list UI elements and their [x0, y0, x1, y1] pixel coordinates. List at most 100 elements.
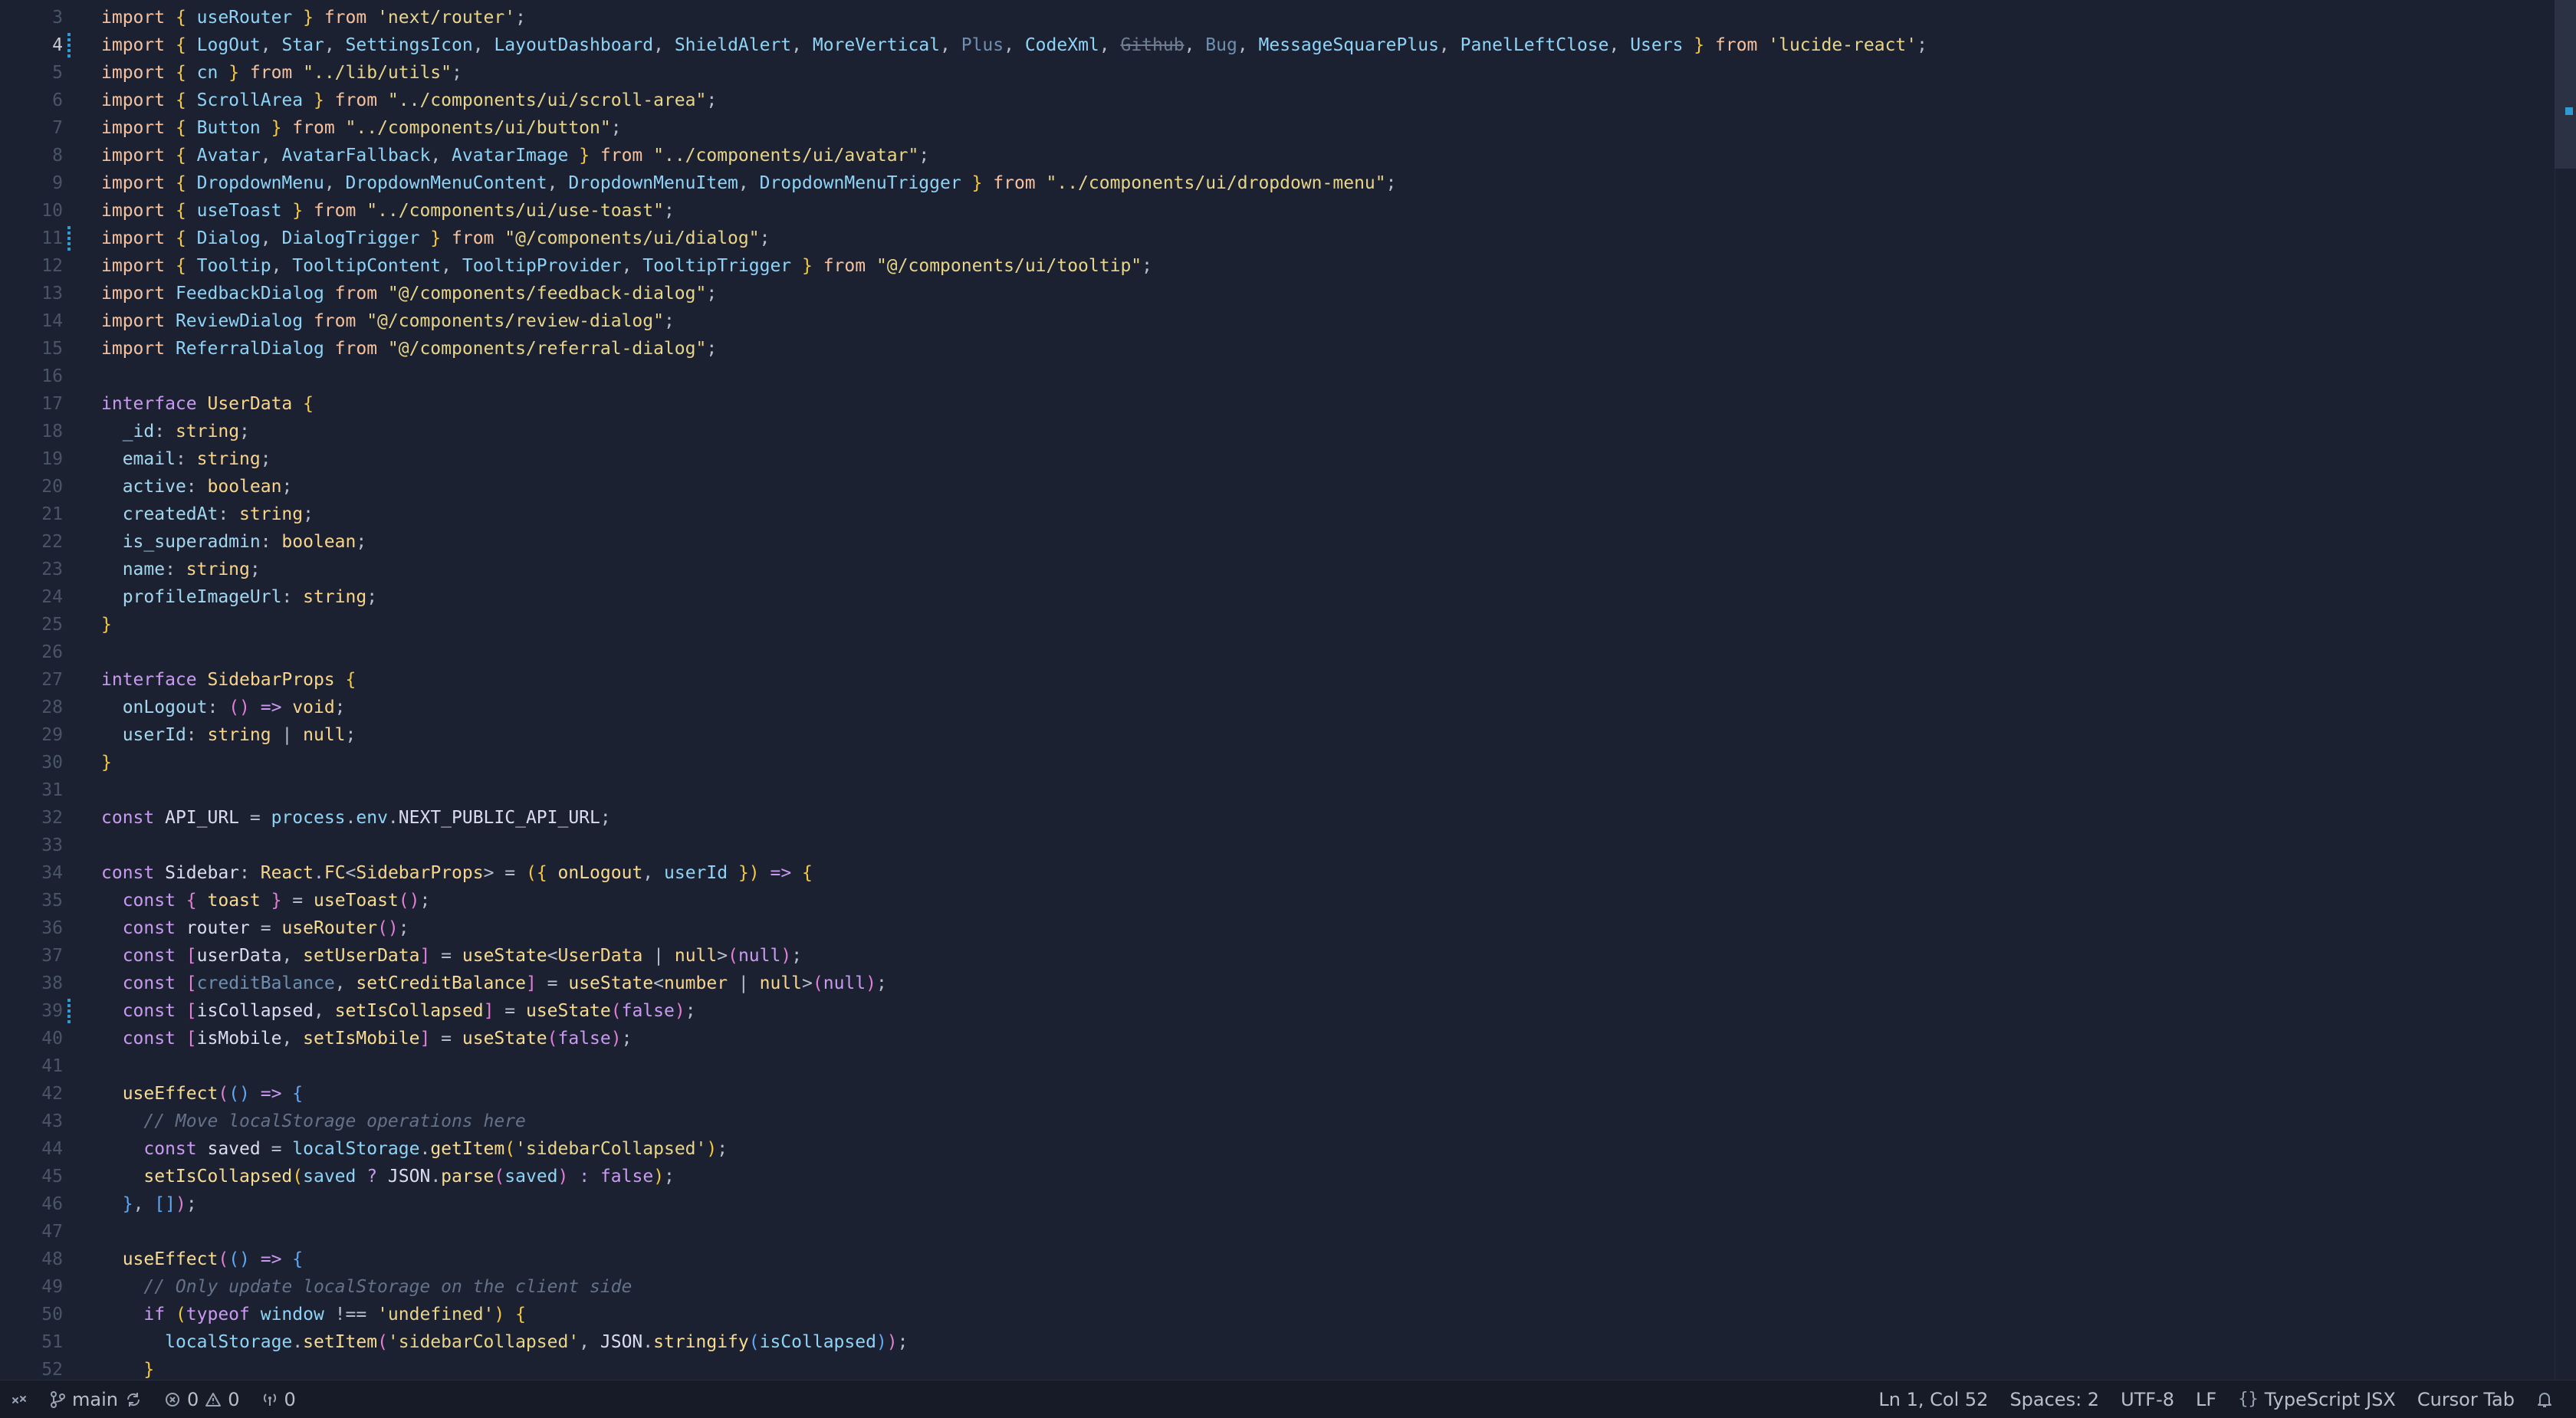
code-line[interactable]: 29 userId: string | null; [0, 721, 2553, 749]
code-text[interactable]: import { ScrollArea } from "../component… [101, 87, 717, 114]
code-text[interactable]: const saved = localStorage.getItem('side… [101, 1135, 728, 1163]
code-line[interactable]: 46 }, []); [0, 1190, 2553, 1218]
code-editor[interactable]: 3 import { useRouter } from 'next/router'… [0, 0, 2576, 1380]
code-line[interactable]: 35 const { toast } = useToast(); [0, 887, 2553, 914]
vertical-scrollbar[interactable] [2555, 0, 2576, 1380]
language-mode[interactable]: {} TypeScript JSX [2227, 1380, 2407, 1418]
code-line[interactable]: 30} [0, 749, 2553, 776]
code-line[interactable]: 26 [0, 638, 2553, 666]
code-line[interactable]: 45 setIsCollapsed(saved ? JSON.parse(sav… [0, 1163, 2553, 1190]
line-number[interactable]: 17 [0, 390, 63, 418]
remote-indicator[interactable] [0, 1380, 38, 1418]
line-number[interactable]: 12 [0, 252, 63, 280]
code-text[interactable]: import { cn } from "../lib/utils"; [101, 59, 462, 87]
line-number[interactable]: 52 [0, 1356, 63, 1380]
branch-indicator[interactable]: main [38, 1380, 153, 1418]
git-modified-marker[interactable] [67, 226, 71, 251]
line-number[interactable]: 33 [0, 832, 63, 859]
line-number[interactable]: 47 [0, 1218, 63, 1246]
line-number[interactable]: 24 [0, 583, 63, 611]
code-text[interactable]: userId: string | null; [101, 721, 356, 749]
code-line[interactable]: 18 _id: string; [0, 418, 2553, 445]
code-line[interactable]: 21 createdAt: string; [0, 501, 2553, 528]
line-number[interactable]: 25 [0, 611, 63, 638]
code-text[interactable]: active: boolean; [101, 473, 293, 501]
code-text[interactable]: import { Avatar, AvatarFallback, AvatarI… [101, 142, 929, 169]
code-line[interactable]: 27 interface SidebarProps { [0, 666, 2553, 694]
line-number[interactable]: 32 [0, 804, 63, 832]
code-line[interactable]: 50 if (typeof window !== 'undefined') { [0, 1301, 2553, 1328]
code-line[interactable]: 38 const [creditBalance, setCreditBalanc… [0, 970, 2553, 997]
code-text[interactable]: const router = useRouter(); [101, 914, 409, 942]
line-number[interactable]: 42 [0, 1080, 63, 1108]
line-number[interactable]: 13 [0, 280, 63, 307]
code-text[interactable]: const [creditBalance, setCreditBalance] … [101, 970, 887, 997]
line-number[interactable]: 38 [0, 970, 63, 997]
code-text[interactable]: const [userData, setUserData] = useState… [101, 942, 802, 970]
line-number[interactable]: 35 [0, 887, 63, 914]
code-text[interactable]: const { toast } = useToast(); [101, 887, 431, 914]
code-line[interactable]: 22 is_superadmin: boolean; [0, 528, 2553, 556]
line-number[interactable]: 28 [0, 694, 63, 721]
notifications[interactable] [2525, 1380, 2564, 1418]
ports-indicator[interactable]: 0 [251, 1380, 307, 1418]
line-number[interactable]: 14 [0, 307, 63, 335]
code-line[interactable]: 24 profileImageUrl: string; [0, 583, 2553, 611]
code-text[interactable]: _id: string; [101, 418, 250, 445]
code-line[interactable]: 16 [0, 363, 2553, 390]
code-text[interactable]: import { useRouter } from 'next/router'; [101, 4, 526, 31]
sync-icon[interactable] [124, 1390, 143, 1409]
line-number[interactable]: 22 [0, 528, 63, 556]
code-text[interactable]: import { Tooltip, TooltipContent, Toolti… [101, 252, 1152, 280]
scrollbar-thumb[interactable] [2555, 0, 2576, 169]
code-line[interactable]: 15 import ReferralDialog from "@/componen… [0, 335, 2553, 363]
code-text[interactable]: import { DropdownMenu, DropdownMenuConte… [101, 169, 1396, 197]
code-line[interactable]: 12 import { Tooltip, TooltipContent, Tool… [0, 252, 2553, 280]
line-number[interactable]: 11 [0, 225, 63, 252]
line-number[interactable]: 36 [0, 914, 63, 942]
code-text[interactable]: import { Dialog, DialogTrigger } from "@… [101, 225, 770, 252]
code-text[interactable]: useEffect(() => { [101, 1246, 303, 1273]
code-text[interactable]: createdAt: string; [101, 501, 314, 528]
line-number[interactable]: 18 [0, 418, 63, 445]
line-number[interactable]: 23 [0, 556, 63, 583]
line-number[interactable]: 43 [0, 1108, 63, 1135]
line-number[interactable]: 34 [0, 859, 63, 887]
code-text[interactable]: is_superadmin: boolean; [101, 528, 367, 556]
code-text[interactable]: import { LogOut, Star, SettingsIcon, Lay… [101, 31, 1927, 59]
code-text[interactable]: localStorage.setItem('sidebarCollapsed',… [101, 1328, 908, 1356]
line-number[interactable]: 19 [0, 445, 63, 473]
code-text[interactable]: } [101, 611, 112, 638]
code-line[interactable]: 14 import ReviewDialog from "@/components… [0, 307, 2553, 335]
end-of-line[interactable]: LF [2185, 1380, 2227, 1418]
code-text[interactable]: // Move localStorage operations here [101, 1108, 526, 1135]
code-line[interactable]: 7 import { Button } from "../components/u… [0, 114, 2553, 142]
line-number[interactable]: 3 [0, 4, 63, 31]
line-number[interactable]: 44 [0, 1135, 63, 1163]
indentation[interactable]: Spaces: 2 [1999, 1380, 2110, 1418]
code-line[interactable]: 40 const [isMobile, setIsMobile] = useSt… [0, 1025, 2553, 1052]
code-line[interactable]: 3 import { useRouter } from 'next/router'… [0, 4, 2553, 31]
code-text[interactable]: if (typeof window !== 'undefined') { [101, 1301, 526, 1328]
code-text[interactable]: } [101, 749, 112, 776]
line-number[interactable]: 39 [0, 997, 63, 1025]
line-number[interactable]: 8 [0, 142, 63, 169]
code-line[interactable]: 33 [0, 832, 2553, 859]
code-text[interactable]: import { Button } from "../components/ui… [101, 114, 622, 142]
line-number[interactable]: 46 [0, 1190, 63, 1218]
code-line[interactable]: 13 import FeedbackDialog from "@/componen… [0, 280, 2553, 307]
code-text[interactable]: setIsCollapsed(saved ? JSON.parse(saved)… [101, 1163, 675, 1190]
line-number[interactable]: 50 [0, 1301, 63, 1328]
code-line[interactable]: 28 onLogout: () => void; [0, 694, 2553, 721]
line-number[interactable]: 16 [0, 363, 63, 390]
code-text[interactable]: useEffect(() => { [101, 1080, 303, 1108]
code-line[interactable]: 6 import { ScrollArea } from "../componen… [0, 87, 2553, 114]
code-line[interactable]: 9 import { DropdownMenu, DropdownMenuCont… [0, 169, 2553, 197]
code-line[interactable]: 20 active: boolean; [0, 473, 2553, 501]
code-text[interactable]: const Sidebar: React.FC<SidebarProps> = … [101, 859, 813, 887]
code-lines[interactable]: 3 import { useRouter } from 'next/router'… [0, 4, 2553, 1380]
code-line[interactable]: 49 // Only update localStorage on the cl… [0, 1273, 2553, 1301]
code-line[interactable]: 8 import { Avatar, AvatarFallback, Avatar… [0, 142, 2553, 169]
line-number[interactable]: 7 [0, 114, 63, 142]
code-line[interactable]: 37 const [userData, setUserData] = useSt… [0, 942, 2553, 970]
